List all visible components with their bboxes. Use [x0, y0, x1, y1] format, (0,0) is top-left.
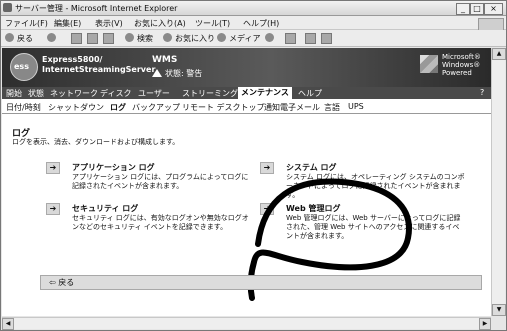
toolbar: 戻る 検索 お気に入り メディア [1, 30, 506, 47]
toolbar-back-label[interactable]: 戻る [17, 33, 33, 44]
history-icon[interactable] [265, 33, 274, 42]
title-bar: サーバー管理 - Microsoft Internet Explorer _ □… [1, 1, 506, 16]
refresh-icon[interactable] [87, 33, 98, 44]
arrow-left-icon[interactable]: ⇦ [49, 278, 56, 287]
horizontal-scrollbar[interactable]: ◀ ▶ [2, 317, 491, 330]
forward-arrow-icon[interactable] [47, 33, 56, 42]
maximize-button[interactable]: □ [470, 3, 484, 15]
scroll-left-icon[interactable]: ◀ [2, 318, 14, 330]
toolbar-search-label[interactable]: 検索 [137, 33, 153, 44]
favorites-star-icon[interactable] [163, 33, 172, 42]
menu-view[interactable]: 表示(V) [95, 18, 123, 29]
scroll-right-icon[interactable]: ▶ [479, 318, 491, 330]
scroll-up-icon[interactable]: ▲ [492, 48, 506, 60]
minimize-button[interactable]: _ [456, 3, 470, 15]
print-icon[interactable] [305, 33, 316, 44]
menu-edit[interactable]: 編集(E) [54, 18, 81, 29]
stop-icon[interactable] [71, 33, 82, 44]
back-label[interactable]: 戻る [58, 278, 74, 287]
menu-favorites[interactable]: お気に入り(A) [134, 18, 186, 29]
back-button[interactable]: ⇦ 戻る [49, 277, 74, 288]
edit-icon[interactable] [321, 33, 332, 44]
menu-bar: ファイル(F) 編集(E) 表示(V) お気に入り(A) ツール(T) ヘルプ(… [1, 16, 506, 31]
vertical-scrollbar[interactable]: ▲ ▼ [491, 48, 506, 316]
menu-file[interactable]: ファイル(F) [5, 18, 48, 29]
page-content: ess Express5800/ InternetStreamingServer… [2, 48, 491, 316]
back-bar: ⇦ 戻る [40, 275, 482, 290]
menu-help[interactable]: ヘルプ(H) [243, 18, 279, 29]
mail-icon[interactable] [285, 33, 296, 44]
close-button[interactable]: × [484, 3, 503, 15]
scroll-down-icon[interactable]: ▼ [492, 304, 506, 316]
media-icon[interactable] [217, 33, 226, 42]
ie-app-icon [3, 3, 12, 12]
browser-window: サーバー管理 - Microsoft Internet Explorer _ □… [0, 0, 507, 331]
toolbar-favorites-label[interactable]: お気に入り [175, 33, 215, 44]
toolbar-media-label[interactable]: メディア [229, 33, 260, 44]
home-icon[interactable] [103, 33, 114, 44]
back-arrow-icon[interactable] [5, 33, 14, 42]
search-icon[interactable] [125, 33, 134, 42]
menu-tools[interactable]: ツール(T) [195, 18, 230, 29]
window-title: サーバー管理 - Microsoft Internet Explorer [15, 4, 178, 13]
